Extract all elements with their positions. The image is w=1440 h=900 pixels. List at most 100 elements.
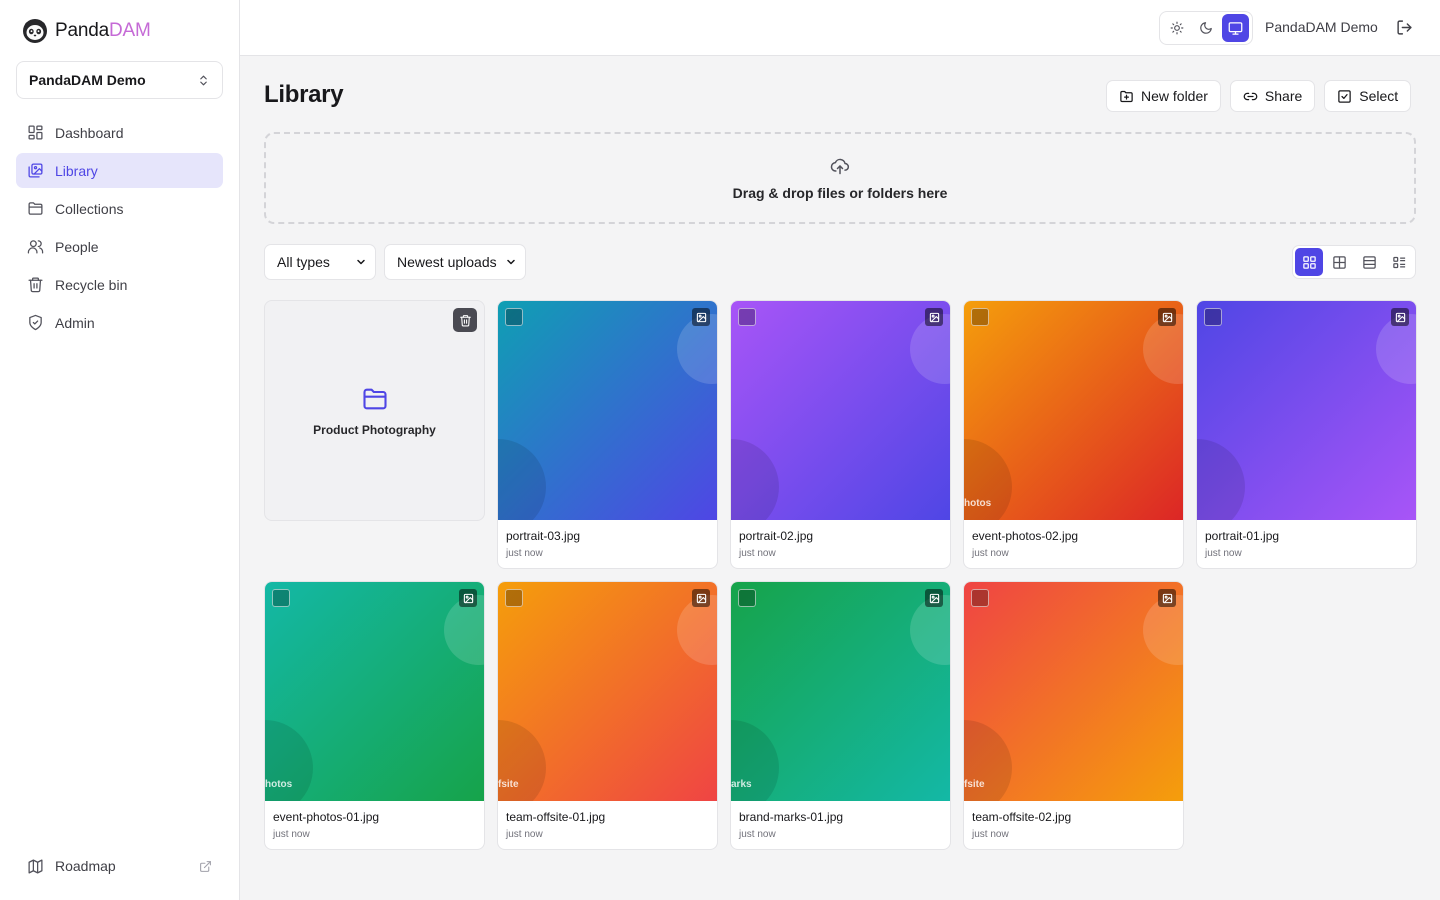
theme-dark-button[interactable] [1192,14,1219,42]
chevrons-up-down-icon [200,75,207,85]
folder-name: Product Photography [313,422,436,437]
asset-card[interactable]: portrait-02.jpg just now [730,300,951,569]
asset-card[interactable]: fsite team-offsite-02.jpg just now [963,581,1184,850]
asset-card[interactable]: hotos event-photos-02.jpg just now [963,300,1184,569]
grid-small-icon [1332,255,1346,269]
select-checkbox[interactable] [738,589,756,607]
moon-icon [1200,22,1212,34]
upload-dropzone[interactable]: Drag & drop files or folders here [264,132,1416,224]
sidebar: PandaDAM PandaDAM Demo Dashboard Library… [0,0,240,900]
asset-upload-time: just now [972,548,1009,559]
asset-meta: portrait-01.jpg just now [1197,520,1416,559]
view-grid-large-button[interactable] [1295,248,1323,276]
asset-thumbnail[interactable]: hotos [964,301,1183,520]
sidebar-item-label: Collections [55,200,124,217]
select-checkbox[interactable] [505,589,523,607]
asset-thumbnail[interactable] [498,301,717,520]
asset-thumbnail[interactable]: hotos [265,582,484,801]
sidebar-item-admin[interactable]: Admin [16,305,223,340]
asset-thumbnail[interactable]: arks [731,582,950,801]
page-actions: New folder Share Select [1106,80,1412,112]
select-button[interactable]: Select [1324,80,1412,112]
asset-card[interactable]: portrait-03.jpg just now [497,300,718,569]
brand[interactable]: PandaDAM [23,19,151,43]
new-folder-label: New folder [1141,88,1208,104]
filters: All types Newest uploads [264,244,526,280]
thumbnail-text: hotos [964,498,992,509]
asset-thumbnail[interactable] [731,301,950,520]
sidebar-item-collections[interactable]: Collections [16,191,223,226]
folder-icon [28,202,43,215]
type-filter-value: All types [277,254,330,270]
workspace-label: PandaDAM Demo [29,72,146,88]
details-list-icon [1392,256,1405,268]
sidebar-item-dashboard[interactable]: Dashboard [16,115,223,150]
folder-card[interactable]: Product Photography [264,300,485,521]
asset-thumbnail[interactable]: fsite [498,582,717,801]
asset-card[interactable]: portrait-01.jpg just now [1196,300,1417,569]
sidebar-item-recycle-bin[interactable]: Recycle bin [16,267,223,302]
share-button[interactable]: Share [1229,80,1316,112]
sun-icon [1170,21,1184,35]
cloud-upload-icon [830,158,849,174]
thumbnail-decoration [498,439,546,520]
asset-upload-time: just now [972,829,1009,840]
chevron-down-icon [357,259,365,265]
sidebar-item-label: Library [55,162,98,179]
new-folder-button[interactable]: New folder [1106,80,1221,112]
asset-file-name: event-photos-02.jpg [972,529,1079,543]
asset-file-name: portrait-01.jpg [1205,529,1280,543]
theme-light-button[interactable] [1163,14,1190,42]
sidebar-item-people[interactable]: People [16,229,223,264]
sidebar-item-label: Recycle bin [55,276,128,293]
view-list-button[interactable] [1355,248,1383,276]
sidebar-item-library[interactable]: Library [16,153,223,188]
brand-name-dam: DAM [108,20,151,41]
type-filter-select[interactable]: All types [264,244,376,280]
thumbnail-text: hotos [265,779,293,790]
panda-logo-icon [23,19,47,43]
asset-file-name: portrait-03.jpg [506,529,581,543]
checkbox-icon [1338,89,1352,103]
asset-thumbnail[interactable] [1197,301,1416,520]
asset-meta: event-photos-01.jpg just now [265,801,484,840]
thumbnail-text: arks [731,779,752,790]
delete-folder-button[interactable] [453,308,477,332]
select-checkbox[interactable] [971,308,989,326]
asset-upload-time: just now [739,829,776,840]
topbar: PandaDAM Demo [240,0,1440,56]
brand-name: PandaDAM [55,20,151,42]
share-label: Share [1264,88,1303,104]
asset-file-name: team-offsite-02.jpg [972,810,1072,824]
thumbnail-text: fsite [498,779,519,790]
monitor-icon [1228,21,1243,35]
image-type-icon [459,589,477,607]
folder-icon [362,388,387,409]
asset-card[interactable]: hotos event-photos-01.jpg just now [264,581,485,850]
thumbnail-text: fsite [964,779,985,790]
image-type-icon [692,308,710,326]
theme-system-button[interactable] [1221,14,1249,42]
sidebar-item-roadmap[interactable]: Roadmap [16,849,223,883]
view-grid-small-button[interactable] [1325,248,1353,276]
view-details-button[interactable] [1385,248,1413,276]
grid-large-icon [1302,255,1316,269]
roadmap-label: Roadmap [55,858,116,874]
select-label: Select [1359,88,1399,104]
asset-thumbnail[interactable]: fsite [964,582,1183,801]
select-checkbox[interactable] [272,589,290,607]
thumbnail-decoration [731,439,779,520]
asset-card[interactable]: arks brand-marks-01.jpg just now [730,581,951,850]
select-checkbox[interactable] [971,589,989,607]
logout-icon[interactable] [1396,19,1413,36]
asset-meta: team-offsite-02.jpg just now [964,801,1183,840]
trash-icon [28,277,43,293]
asset-upload-time: just now [1205,548,1242,559]
people-icon [27,240,44,254]
workspace-switcher[interactable]: PandaDAM Demo [16,61,223,99]
asset-card[interactable]: fsite team-offsite-01.jpg just now [497,581,718,850]
select-checkbox[interactable] [1204,308,1222,326]
select-checkbox[interactable] [505,308,523,326]
sort-select[interactable]: Newest uploads [384,244,526,280]
select-checkbox[interactable] [738,308,756,326]
